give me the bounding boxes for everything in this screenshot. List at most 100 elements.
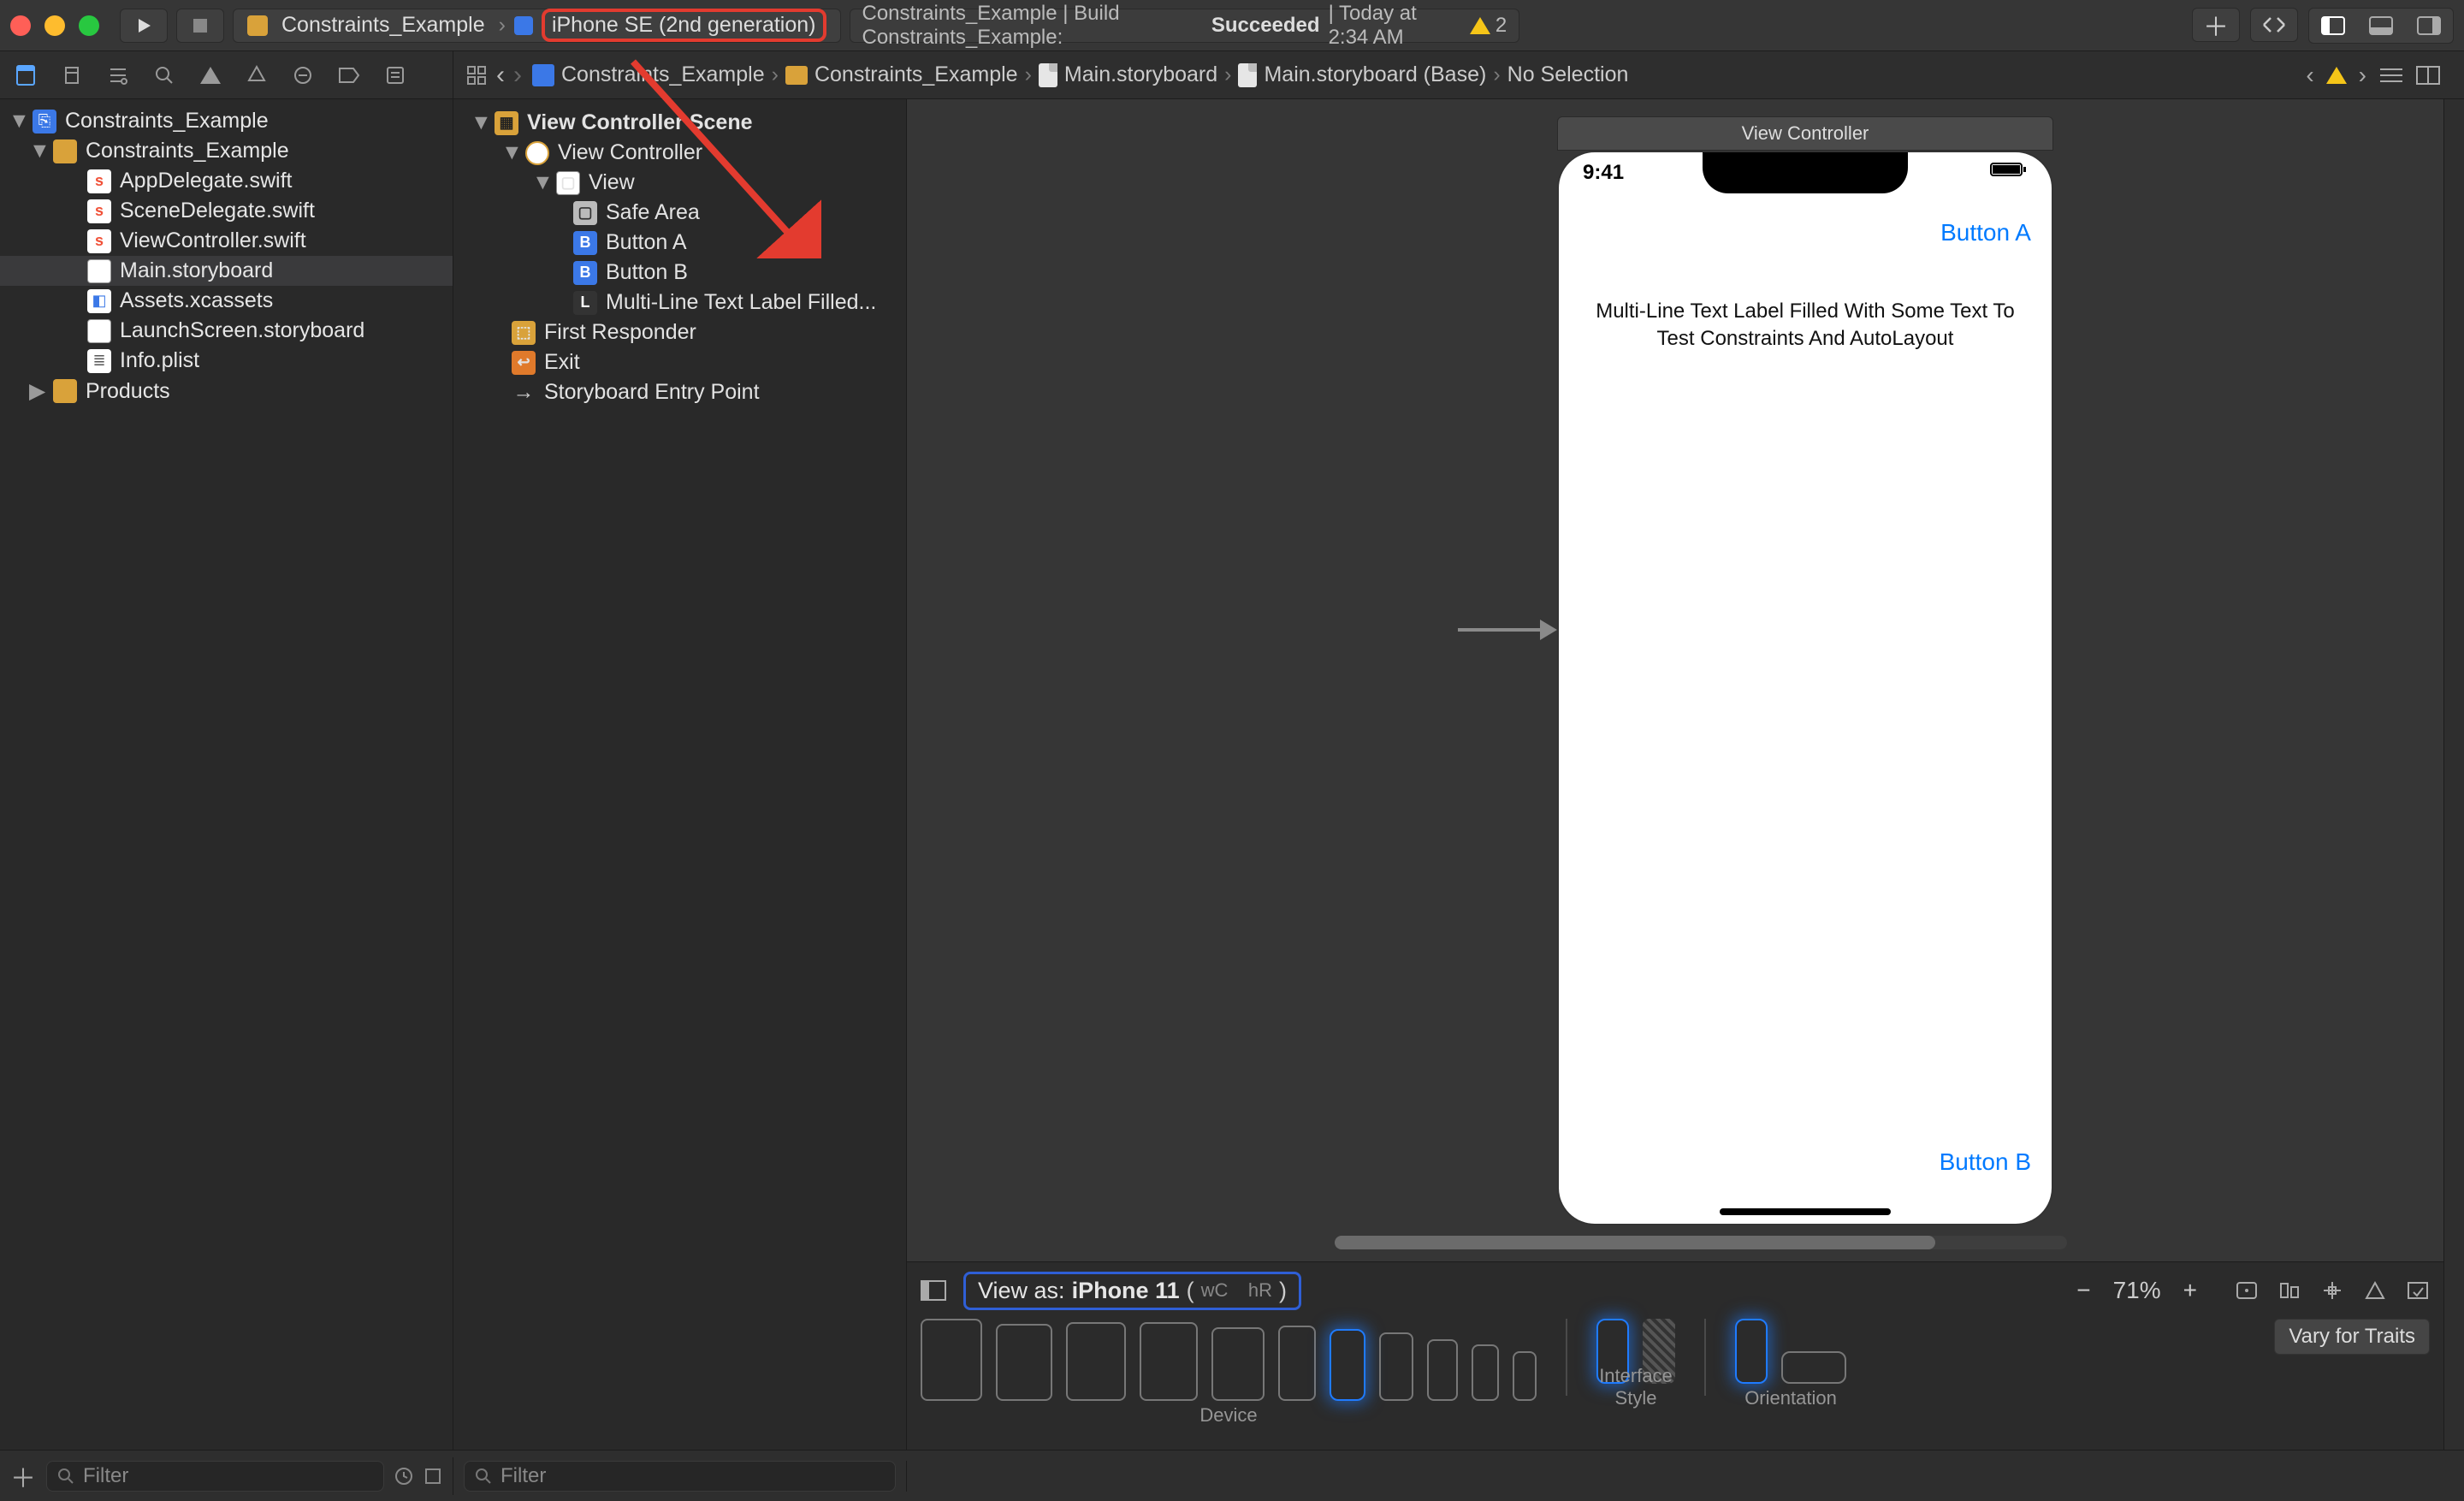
tree-row-products[interactable]: ▶Products bbox=[0, 376, 453, 406]
tree-row-file[interactable]: sSceneDelegate.swift bbox=[0, 196, 453, 226]
toggle-right-panel[interactable] bbox=[2405, 9, 2453, 43]
device-iphone-8-plus[interactable] bbox=[1427, 1339, 1458, 1401]
debug-navigator-tab[interactable] bbox=[286, 58, 320, 92]
outline-label[interactable]: LMulti-Line Text Label Filled... bbox=[453, 288, 906, 317]
button-icon: B bbox=[573, 231, 597, 255]
scm-filter-icon[interactable] bbox=[424, 1467, 442, 1486]
outline-safearea[interactable]: ▢Safe Area bbox=[453, 198, 906, 228]
zoom-out-button[interactable]: − bbox=[2076, 1277, 2090, 1304]
orientation-landscape[interactable] bbox=[1781, 1351, 1846, 1384]
minimize-icon[interactable] bbox=[44, 15, 65, 36]
related-items-icon[interactable] bbox=[465, 64, 488, 86]
add-constraints-button[interactable] bbox=[2320, 1280, 2344, 1301]
tree-row-file[interactable]: sAppDelegate.swift bbox=[0, 166, 453, 196]
outline-vc[interactable]: ▼View Controller bbox=[453, 138, 906, 168]
warning-icon[interactable] bbox=[2326, 67, 2347, 84]
status-time: 9:41 bbox=[1583, 161, 1624, 185]
device-iphone-11[interactable] bbox=[1330, 1329, 1365, 1401]
toggle-outline-button[interactable] bbox=[921, 1280, 946, 1301]
outline-text: Multi-Line Text Label Filled... bbox=[606, 290, 876, 315]
device-iphone-pro[interactable] bbox=[1379, 1332, 1413, 1401]
canvas-scroll[interactable]: View Controller 9:41 Button A Multi-Line… bbox=[907, 99, 2443, 1261]
tree-row-file[interactable]: ◧Assets.xcassets bbox=[0, 286, 453, 316]
scene-title-bar[interactable]: View Controller bbox=[1557, 116, 2053, 151]
device-iphone-8[interactable] bbox=[1472, 1344, 1499, 1401]
device-iphone-se[interactable] bbox=[1513, 1351, 1537, 1401]
embed-button[interactable] bbox=[2406, 1280, 2430, 1301]
device-ipad-mini[interactable] bbox=[1211, 1327, 1265, 1401]
close-icon[interactable] bbox=[10, 15, 31, 36]
breakpoint-navigator-tab[interactable] bbox=[332, 58, 366, 92]
outline-label: View bbox=[589, 170, 635, 195]
tree-row-file[interactable]: LaunchScreen.storyboard bbox=[0, 316, 453, 346]
toolbar-row: ‹ › Constraints_Example Constraints_Exam… bbox=[0, 51, 2464, 99]
outline-button-b[interactable]: BButton B bbox=[453, 258, 906, 288]
device-ipad-air[interactable] bbox=[1140, 1322, 1198, 1401]
zoom-value[interactable]: 71% bbox=[2113, 1277, 2161, 1304]
issues-indicator[interactable]: 2 bbox=[1470, 14, 1507, 38]
outline-label: Storyboard Entry Point bbox=[544, 380, 760, 405]
resolve-issues-button[interactable] bbox=[2363, 1280, 2387, 1301]
file-label: AppDelegate.swift bbox=[120, 169, 293, 193]
window-controls bbox=[10, 15, 99, 36]
canvas-button-a[interactable]: Button A bbox=[1940, 219, 2031, 246]
view-as-selector[interactable]: View as: iPhone 11 (wC hR) bbox=[963, 1272, 1301, 1310]
find-navigator-tab[interactable] bbox=[147, 58, 181, 92]
group-label: Interface Style bbox=[1596, 1365, 1675, 1409]
stop-button[interactable] bbox=[176, 9, 224, 43]
outline-button-a[interactable]: BButton A bbox=[453, 228, 906, 258]
layout-tools bbox=[2235, 1280, 2430, 1301]
navigator-filter[interactable]: Filter bbox=[46, 1461, 384, 1492]
run-button[interactable] bbox=[120, 9, 168, 43]
adjust-editor-options[interactable] bbox=[2378, 66, 2404, 85]
outline-exit[interactable]: ↩Exit bbox=[453, 347, 906, 377]
jump-prev-issue[interactable]: ‹ bbox=[2306, 62, 2313, 89]
issue-navigator-tab[interactable] bbox=[193, 58, 228, 92]
tree-row-file[interactable]: ≣Info.plist bbox=[0, 346, 453, 376]
device-preview[interactable]: 9:41 Button A Multi-Line Text Label Fill… bbox=[1557, 151, 2053, 1225]
test-navigator-tab[interactable] bbox=[240, 58, 274, 92]
scrollbar-thumb[interactable] bbox=[1335, 1236, 1935, 1249]
scheme-selector[interactable]: Constraints_Example › iPhone SE (2nd gen… bbox=[233, 9, 841, 43]
outline-entry-point[interactable]: →Storyboard Entry Point bbox=[453, 377, 906, 407]
project-navigator-tab[interactable] bbox=[9, 58, 43, 92]
outline-filter[interactable]: Filter bbox=[464, 1461, 896, 1492]
orientation-portrait[interactable] bbox=[1735, 1319, 1768, 1384]
add-button[interactable]: ＋ bbox=[10, 1457, 36, 1495]
canvas-label[interactable]: Multi-Line Text Label Filled With Some T… bbox=[1584, 298, 2026, 353]
source-control-tab[interactable] bbox=[55, 58, 89, 92]
outline-scene[interactable]: ▼▦View Controller Scene bbox=[453, 108, 906, 138]
outline-view[interactable]: ▼▢View bbox=[453, 168, 906, 198]
add-editor[interactable] bbox=[2416, 66, 2440, 85]
code-review-button[interactable] bbox=[2250, 8, 2298, 42]
device-iphone-pro-max[interactable] bbox=[1278, 1326, 1316, 1401]
trait-h: hR bbox=[1248, 1279, 1272, 1302]
symbol-navigator-tab[interactable] bbox=[101, 58, 135, 92]
device-ipad-pro-11[interactable] bbox=[996, 1324, 1052, 1401]
editor-bar: ‹ › Constraints_Example Constraints_Exam… bbox=[453, 51, 2464, 98]
horizontal-scrollbar[interactable] bbox=[1335, 1236, 2067, 1249]
vary-for-traits-button[interactable]: Vary for Traits bbox=[2274, 1319, 2430, 1355]
breadcrumb[interactable]: Constraints_Example Constraints_Example … bbox=[532, 62, 1628, 87]
zoom-in-button[interactable]: + bbox=[2183, 1277, 2197, 1304]
device-ipad-pro-12[interactable] bbox=[921, 1319, 982, 1401]
tree-row-file[interactable]: sViewController.swift bbox=[0, 226, 453, 256]
canvas-button-b[interactable]: Button B bbox=[1940, 1148, 2031, 1176]
toggle-bottom-panel[interactable] bbox=[2357, 9, 2405, 43]
forward-button[interactable]: › bbox=[513, 61, 522, 90]
back-button[interactable]: ‹ bbox=[496, 61, 505, 90]
jump-next-issue[interactable]: › bbox=[2359, 62, 2366, 89]
device-ipad[interactable] bbox=[1066, 1322, 1126, 1401]
tree-row-file-selected[interactable]: Main.storyboard bbox=[0, 256, 453, 286]
report-navigator-tab[interactable] bbox=[378, 58, 412, 92]
toggle-left-panel[interactable] bbox=[2309, 9, 2357, 43]
outline-first-responder[interactable]: ⬚First Responder bbox=[453, 317, 906, 347]
zoom-icon[interactable] bbox=[79, 15, 99, 36]
tree-row-project[interactable]: ▼⎘Constraints_Example bbox=[0, 106, 453, 136]
recent-filter-icon[interactable] bbox=[394, 1467, 413, 1486]
tree-row-group[interactable]: ▼Constraints_Example bbox=[0, 136, 453, 166]
embed-in-button[interactable] bbox=[2235, 1280, 2259, 1301]
align-button[interactable] bbox=[2277, 1280, 2301, 1301]
library-button[interactable]: ＋ bbox=[2192, 8, 2240, 42]
canvas-footer: View as: iPhone 11 (wC hR) − 71% + bbox=[907, 1261, 2443, 1450]
